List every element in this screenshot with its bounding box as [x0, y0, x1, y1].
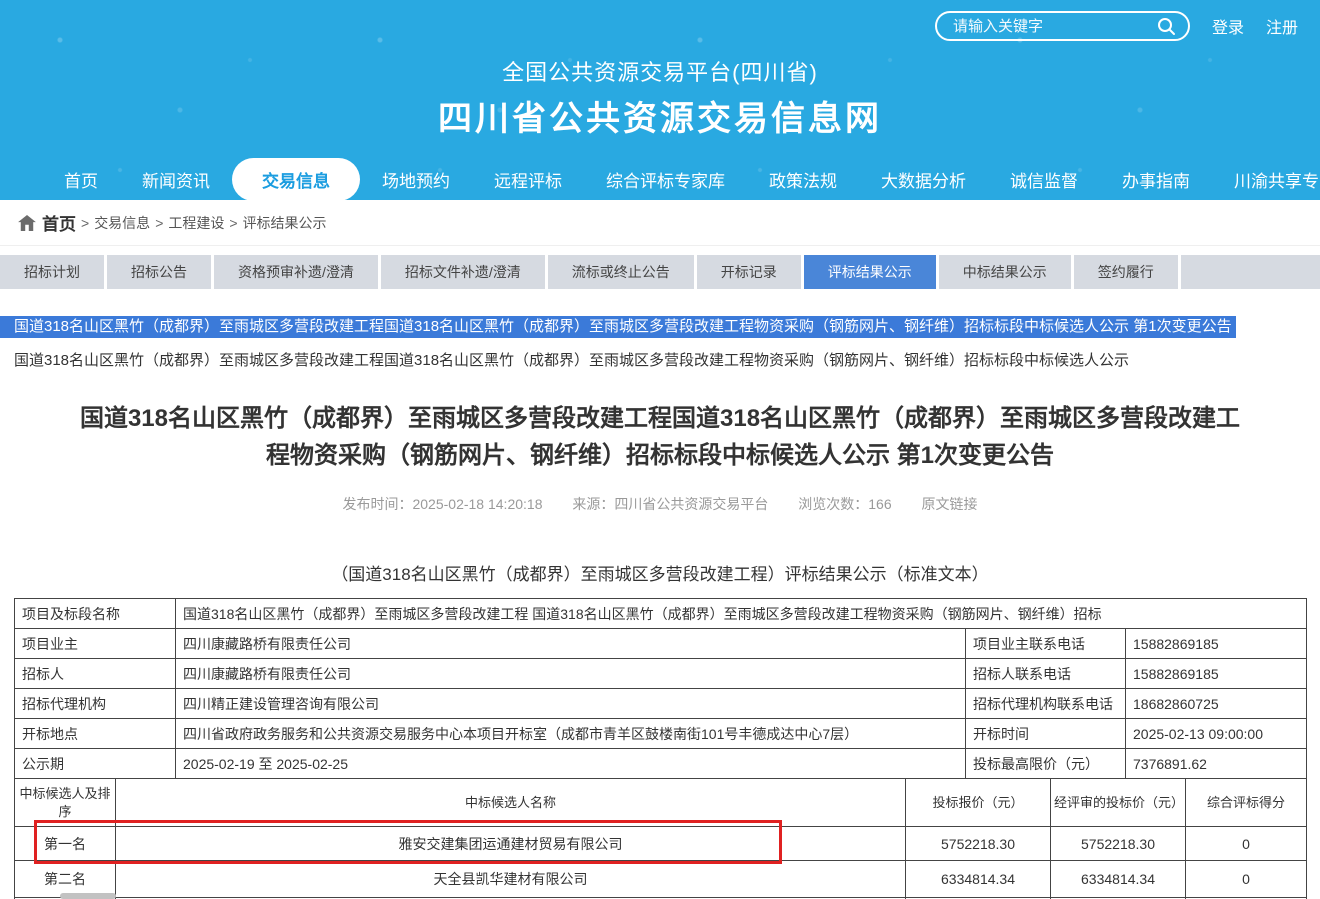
- owner-phone-value: 15882869185: [1126, 629, 1307, 659]
- breadcrumb-item-evaluation-result[interactable]: 评标结果公示: [243, 213, 327, 233]
- tab-bid-opening-record[interactable]: 开标记录: [697, 255, 801, 289]
- site-header: 登录 注册 全国公共资源交易平台(四川省) 四川省公共资源交易信息网 首页 新闻…: [0, 0, 1320, 200]
- result-table-title: （国道318名山区黑竹（成都界）至雨城区多营段改建工程）评标结果公示（标准文本）: [0, 560, 1320, 585]
- col-bid-price: 投标报价（元）: [906, 779, 1051, 827]
- max-price-label: 投标最高限价（元）: [966, 749, 1126, 779]
- announcement-link-selected[interactable]: 国道318名山区黑竹（成都界）至雨城区多营段改建工程国道318名山区黑竹（成都界…: [0, 316, 1320, 338]
- opening-place-value: 四川省政府政务服务和公共资源交易服务中心本项目开标室（成都市青羊区鼓楼南街101…: [176, 719, 966, 749]
- tab-bar: 招标计划 招标公告 资格预审补遗/澄清 招标文件补遗/澄清 流标或终止公告 开标…: [0, 255, 1320, 289]
- table-row: 开标地点 四川省政府政务服务和公共资源交易服务中心本项目开标室（成都市青羊区鼓楼…: [15, 719, 1307, 749]
- agency-label: 招标代理机构: [15, 689, 176, 719]
- breadcrumb-separator: >: [81, 215, 89, 231]
- main-nav: 首页 新闻资讯 交易信息 场地预约 远程评标 综合评标专家库 政策法规 大数据分…: [0, 156, 1320, 202]
- tab-failed-or-terminated[interactable]: 流标或终止公告: [548, 255, 694, 289]
- source: 来源：四川省公共资源交易平台: [572, 496, 768, 512]
- candidate-name: 雅安交建集团运通建材贸易有限公司: [116, 827, 906, 861]
- nav-item-policy[interactable]: 政策法规: [747, 158, 859, 201]
- tab-award-result[interactable]: 中标结果公示: [939, 255, 1071, 289]
- max-price-value: 7376891.62: [1126, 749, 1307, 779]
- nav-item-chuanyu-zone[interactable]: 川渝共享专区: [1212, 158, 1320, 201]
- tenderer-phone-label: 招标人联系电话: [966, 659, 1126, 689]
- announcement-link[interactable]: 国道318名山区黑竹（成都界）至雨城区多营段改建工程国道318名山区黑竹（成都界…: [0, 349, 1320, 370]
- candidate-name: 天全县凯华建材有限公司: [116, 861, 906, 898]
- tab-evaluation-result[interactable]: 评标结果公示: [804, 255, 936, 289]
- nav-item-expert-pool[interactable]: 综合评标专家库: [584, 158, 747, 201]
- article-meta: 发布时间：2025-02-18 14:20:18 来源：四川省公共资源交易平台 …: [0, 494, 1320, 514]
- table-row: 公示期 2025-02-19 至 2025-02-25 投标最高限价（元） 73…: [15, 749, 1307, 779]
- nav-item-big-data[interactable]: 大数据分析: [859, 158, 988, 201]
- opening-time-value: 2025-02-13 09:00:00: [1126, 719, 1307, 749]
- candidate-row-second: 第二名 天全县凯华建材有限公司 6334814.34 6334814.34 0: [15, 861, 1307, 898]
- search-input[interactable]: [953, 18, 1156, 35]
- home-icon: [18, 215, 36, 231]
- breadcrumb-item-trade-info[interactable]: 交易信息: [94, 213, 150, 233]
- tab-bid-document-supplement[interactable]: 招标文件补遗/澄清: [381, 255, 545, 289]
- agency-phone-label: 招标代理机构联系电话: [966, 689, 1126, 719]
- table-row: 项目业主 四川康藏路桥有限责任公司 项目业主联系电话 15882869185: [15, 629, 1307, 659]
- publicity-period-label: 公示期: [15, 749, 176, 779]
- view-count: 浏览次数：166: [798, 496, 891, 512]
- page-title: 国道318名山区黑竹（成都界）至雨城区多营段改建工程国道318名山区黑竹（成都界…: [70, 400, 1250, 474]
- col-candidate-name: 中标候选人名称: [116, 779, 906, 827]
- candidate-reviewed: 6334814.34: [1051, 861, 1186, 898]
- project-name-value: 国道318名山区黑竹（成都界）至雨城区多营段改建工程 国道318名山区黑竹（成都…: [176, 599, 1307, 629]
- col-rank: 中标候选人及排序: [15, 779, 116, 827]
- breadcrumb-item-construction[interactable]: 工程建设: [168, 213, 224, 233]
- table-row: 招标代理机构 四川精正建设管理咨询有限公司 招标代理机构联系电话 1868286…: [15, 689, 1307, 719]
- topbar: 登录 注册: [935, 11, 1298, 41]
- original-link[interactable]: 原文链接: [922, 496, 978, 512]
- opening-place-label: 开标地点: [15, 719, 176, 749]
- nav-item-venue-booking[interactable]: 场地预约: [360, 158, 472, 201]
- agency-value: 四川精正建设管理咨询有限公司: [176, 689, 966, 719]
- candidate-bid: 6334814.34: [906, 861, 1051, 898]
- candidate-reviewed: 5752218.30: [1051, 827, 1186, 861]
- site-title: 四川省公共资源交易信息网: [0, 91, 1320, 140]
- page: 登录 注册 全国公共资源交易平台(四川省) 四川省公共资源交易信息网 首页 新闻…: [0, 0, 1320, 899]
- table-row: 招标人 四川康藏路桥有限责任公司 招标人联系电话 15882869185: [15, 659, 1307, 689]
- candidate-score: 0: [1186, 827, 1307, 861]
- breadcrumb-separator: >: [155, 215, 163, 231]
- breadcrumb-home[interactable]: 首页: [42, 210, 76, 235]
- tab-bid-announcement[interactable]: 招标公告: [107, 255, 211, 289]
- announcement-link-selected-text[interactable]: 国道318名山区黑竹（成都界）至雨城区多营段改建工程国道318名山区黑竹（成都界…: [0, 316, 1236, 338]
- tab-contract-performance[interactable]: 签约履行: [1074, 255, 1178, 289]
- tab-bar-filler: [1181, 255, 1320, 289]
- table-row: 项目及标段名称 国道318名山区黑竹（成都界）至雨城区多营段改建工程 国道318…: [15, 599, 1307, 629]
- owner-label: 项目业主: [15, 629, 176, 659]
- candidate-rank: 第一名: [15, 827, 116, 861]
- breadcrumb-separator: >: [229, 215, 237, 231]
- nav-item-news[interactable]: 新闻资讯: [120, 158, 232, 201]
- col-score: 综合评标得分: [1186, 779, 1307, 827]
- result-table: 项目及标段名称 国道318名山区黑竹（成都界）至雨城区多营段改建工程 国道318…: [14, 598, 1307, 899]
- scrollbar-thumb[interactable]: [60, 893, 116, 899]
- candidate-score: 0: [1186, 861, 1307, 898]
- tenderer-label: 招标人: [15, 659, 176, 689]
- breadcrumb: 首页 > 交易信息 > 工程建设 > 评标结果公示: [0, 200, 1320, 246]
- tenderer-phone-value: 15882869185: [1126, 659, 1307, 689]
- nav-item-home[interactable]: 首页: [42, 158, 120, 201]
- candidates-header-row: 中标候选人及排序 中标候选人名称 投标报价（元） 经评审的投标价（元） 综合评标…: [15, 779, 1307, 827]
- owner-value: 四川康藏路桥有限责任公司: [176, 629, 966, 659]
- tab-bid-plan[interactable]: 招标计划: [0, 255, 104, 289]
- owner-phone-label: 项目业主联系电话: [966, 629, 1126, 659]
- tab-prequalification-supplement[interactable]: 资格预审补遗/澄清: [214, 255, 378, 289]
- publish-time: 发布时间：2025-02-18 14:20:18: [342, 496, 542, 512]
- candidate-row-first: 第一名 雅安交建集团运通建材贸易有限公司 5752218.30 5752218.…: [15, 827, 1307, 861]
- project-name-label: 项目及标段名称: [15, 599, 176, 629]
- result-table-wrap: 项目及标段名称 国道318名山区黑竹（成都界）至雨城区多营段改建工程 国道318…: [14, 598, 1306, 899]
- opening-time-label: 开标时间: [966, 719, 1126, 749]
- publicity-period-value: 2025-02-19 至 2025-02-25: [176, 749, 966, 779]
- nav-item-remote-evaluation[interactable]: 远程评标: [472, 158, 584, 201]
- col-reviewed-price: 经评审的投标价（元）: [1051, 779, 1186, 827]
- register-link[interactable]: 注册: [1266, 14, 1298, 38]
- tenderer-value: 四川康藏路桥有限责任公司: [176, 659, 966, 689]
- nav-item-integrity[interactable]: 诚信监督: [988, 158, 1100, 201]
- search-box[interactable]: [935, 11, 1190, 41]
- agency-phone-value: 18682860725: [1126, 689, 1307, 719]
- nav-item-guide[interactable]: 办事指南: [1100, 158, 1212, 201]
- search-icon[interactable]: [1156, 16, 1176, 36]
- candidate-bid: 5752218.30: [906, 827, 1051, 861]
- login-link[interactable]: 登录: [1212, 14, 1244, 38]
- nav-item-trade-info[interactable]: 交易信息: [232, 158, 360, 201]
